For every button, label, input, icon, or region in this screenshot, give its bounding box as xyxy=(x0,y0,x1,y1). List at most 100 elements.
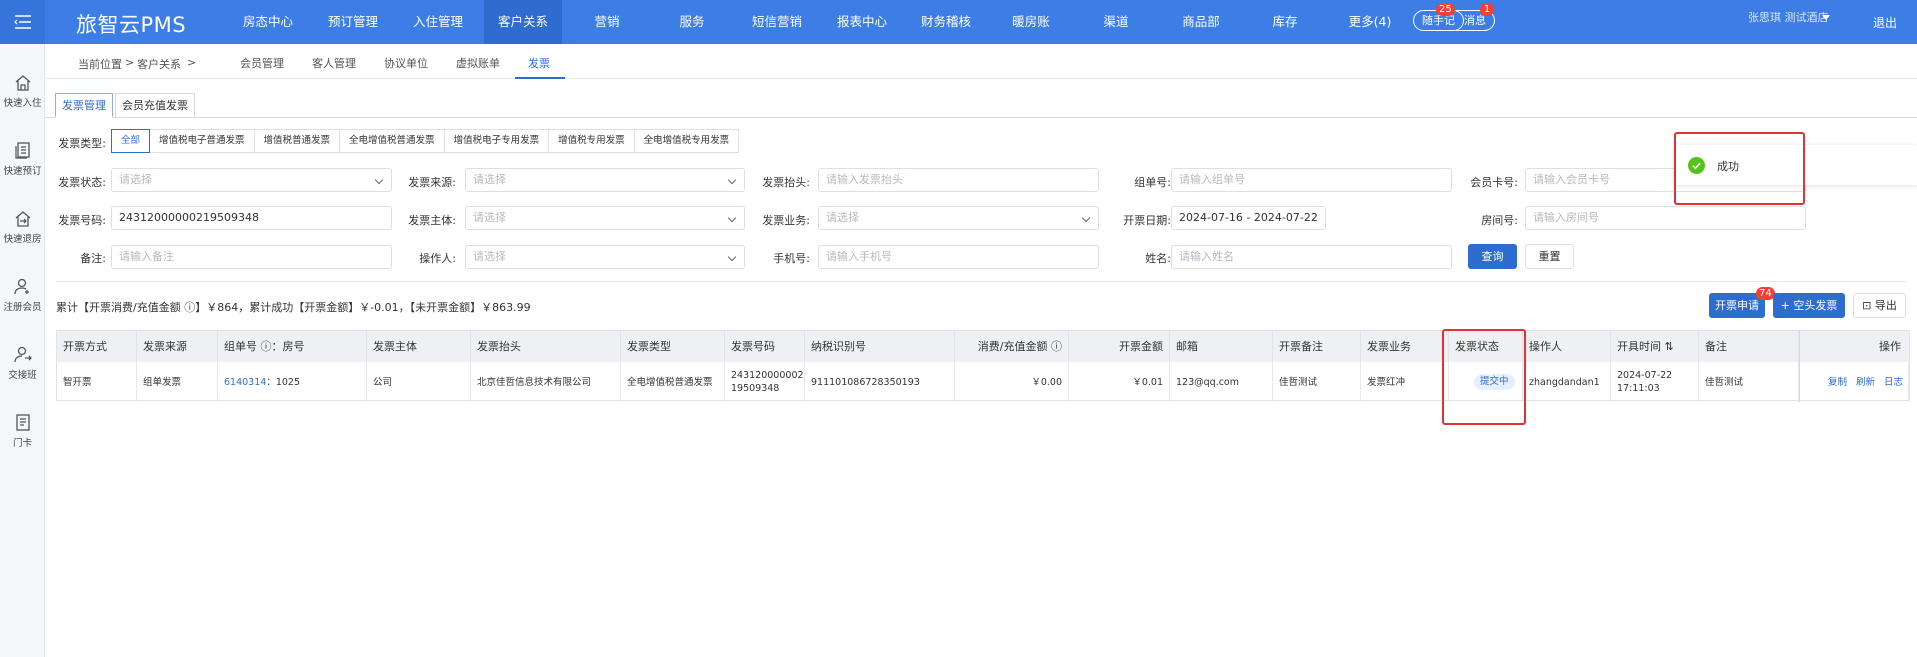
cell-entity: 公司 xyxy=(367,362,471,402)
table-header[interactable]: 开具时间 ⇅ xyxy=(1611,331,1699,362)
invoice-type-option[interactable]: 增值税专用发票 xyxy=(549,129,635,153)
business-label: 发票业务: xyxy=(762,214,810,227)
source-select[interactable]: 请选择 xyxy=(465,168,745,192)
sidebar-item-quick-checkin[interactable]: 快速入住 xyxy=(0,74,45,109)
top-nav-bar: 旅智云PMS 房态中心 预订管理 入住管理 客户关系 营销 服务 短信营销 报表… xyxy=(0,0,1917,44)
title-input[interactable]: 请输入发票抬头 xyxy=(818,168,1099,192)
page-tabs: 发票管理 会员充值发票 xyxy=(45,93,1917,118)
sidebar-item-quick-checkout[interactable]: 快速退房 xyxy=(0,210,45,245)
entity-placeholder: 请选择 xyxy=(473,211,506,224)
notes-count-badge: 25 xyxy=(1436,3,1455,16)
logout-link[interactable]: 退出 xyxy=(1873,14,1897,31)
chevron-down-icon xyxy=(727,175,737,185)
subnav-guest[interactable]: 客人管理 xyxy=(312,55,356,71)
table-header: 发票类型 xyxy=(621,331,725,362)
cell-actions: 复制 刷新 日志 xyxy=(1799,362,1910,402)
nav-item-reservation[interactable]: 预订管理 xyxy=(314,0,392,44)
refresh-link[interactable]: 刷新 xyxy=(1856,376,1875,389)
room-label: 房间号: xyxy=(1481,214,1518,227)
business-placeholder: 请选择 xyxy=(826,211,859,224)
cell-group-room: 6140314 ：1025 xyxy=(218,362,367,402)
toast-highlight xyxy=(1674,132,1805,205)
export-button[interactable]: ⊡ 导出 xyxy=(1853,293,1906,318)
cell-type: 全电增值税普通发票 xyxy=(621,362,725,402)
nav-item-inventory[interactable]: 库存 xyxy=(1258,0,1311,44)
menu-toggle-button[interactable] xyxy=(0,0,45,44)
log-link[interactable]: 日志 xyxy=(1884,376,1903,389)
messages-count-badge: 1 xyxy=(1480,3,1494,16)
subnav-member[interactable]: 会员管理 xyxy=(240,55,284,71)
invoice-type-option[interactable]: 增值税电子普通发票 xyxy=(150,129,255,153)
breadcrumb-current[interactable]: 客户关系 xyxy=(137,56,181,72)
blank-invoice-button[interactable]: + 空头发票 xyxy=(1773,293,1845,318)
remark-label: 备注: xyxy=(80,252,106,265)
date-label: 开票日期: xyxy=(1123,214,1171,227)
nav-item-sms[interactable]: 短信营销 xyxy=(738,0,816,44)
cell-business: 发票红冲 xyxy=(1361,362,1449,402)
remark-input[interactable]: 请输入备注 xyxy=(111,245,392,269)
nav-item-checkin[interactable]: 入住管理 xyxy=(399,0,477,44)
table-header: 开票方式 xyxy=(57,331,137,362)
nav-item-marketing[interactable]: 营销 xyxy=(580,0,633,44)
sidebar-item-shift-handover[interactable]: 交接班 xyxy=(0,346,45,381)
tab-member-recharge-invoice[interactable]: 会员充值发票 xyxy=(115,93,195,118)
export-label: 导出 xyxy=(1874,299,1897,312)
subnav-agreement[interactable]: 协议单位 xyxy=(384,55,428,71)
tab-invoice-management[interactable]: 发票管理 xyxy=(55,93,113,118)
nav-item-reports[interactable]: 报表中心 xyxy=(823,0,901,44)
copy-link[interactable]: 复制 xyxy=(1828,376,1847,389)
table-header: 操作人 xyxy=(1523,331,1611,362)
sidebar-item-label: 快速预订 xyxy=(3,166,42,177)
table-header: 邮箱 xyxy=(1170,331,1273,362)
subnav-virtual-bill[interactable]: 虚拟账单 xyxy=(456,55,500,71)
phone-label: 手机号: xyxy=(773,252,810,265)
subnav-invoice[interactable]: 发票 xyxy=(528,55,550,71)
cell-source: 组单发票 xyxy=(137,362,218,402)
invoice-no-label: 发票号码: xyxy=(58,214,106,227)
room-input[interactable]: 请输入房间号 xyxy=(1525,206,1806,230)
business-select[interactable]: 请选择 xyxy=(818,206,1099,230)
nav-item-service[interactable]: 服务 xyxy=(665,0,718,44)
group-no-link[interactable]: 6140314 xyxy=(224,376,266,389)
remark-placeholder: 请输入备注 xyxy=(119,250,174,263)
invoice-type-option[interactable]: 全电增值税普通发票 xyxy=(340,129,445,153)
invoice-type-option[interactable]: 增值税电子专用发票 xyxy=(444,129,550,153)
nav-item-goods[interactable]: 商品部 xyxy=(1168,0,1234,44)
sidebar-item-door-card[interactable]: 门卡 xyxy=(0,414,45,449)
status-select[interactable]: 请选择 xyxy=(111,168,392,192)
current-user[interactable]: 张思琪 测试酒店 xyxy=(1748,9,1829,25)
user-dropdown-caret-icon[interactable] xyxy=(1822,15,1830,20)
group-no-placeholder: 请输入组单号 xyxy=(1179,173,1245,186)
reset-button[interactable]: 重置 xyxy=(1525,244,1574,269)
group-no-input[interactable]: 请输入组单号 xyxy=(1171,168,1452,192)
nav-item-warm-room[interactable]: 暖房账 xyxy=(998,0,1064,44)
query-button[interactable]: 查询 xyxy=(1468,244,1517,269)
entity-select[interactable]: 请选择 xyxy=(465,206,745,230)
sidebar-item-label: 快速入住 xyxy=(3,98,42,109)
user-add-icon xyxy=(13,278,29,295)
date-range-input[interactable]: 2024-07-16 - 2024-07-22 xyxy=(1171,206,1326,230)
sidebar-item-quick-booking[interactable]: 快速预订 xyxy=(0,142,45,177)
invoice-type-option-all[interactable]: 全部 xyxy=(111,129,151,153)
nav-item-crm[interactable]: 客户关系 xyxy=(483,0,563,44)
chevron-down-icon xyxy=(374,175,384,185)
member-card-label: 会员卡号: xyxy=(1470,176,1518,189)
name-input[interactable]: 请输入姓名 xyxy=(1171,245,1452,269)
sidebar-item-register-member[interactable]: 注册会员 xyxy=(0,278,45,313)
table-header: 发票来源 xyxy=(137,331,218,362)
invoice-type-option[interactable]: 全电增值税专用发票 xyxy=(634,129,740,153)
operator-select[interactable]: 请选择 xyxy=(465,245,745,269)
cell-time: 2024-07-22 17:11:03 xyxy=(1611,362,1699,402)
nav-item-room-status[interactable]: 房态中心 xyxy=(229,0,307,44)
checkout-home-icon xyxy=(15,211,30,227)
invoice-no-input[interactable]: 24312000000219509348 xyxy=(111,206,392,230)
time-date: 2024-07-22 xyxy=(1617,370,1673,381)
operator-label: 操作人: xyxy=(419,252,456,265)
nav-item-finance[interactable]: 财务稽核 xyxy=(907,0,985,44)
nav-item-channel[interactable]: 渠道 xyxy=(1089,0,1142,44)
phone-input[interactable]: 请输入手机号 xyxy=(818,245,1099,269)
invoice-type-option[interactable]: 增值税普通发票 xyxy=(254,129,341,153)
nav-item-more[interactable]: 更多(4) xyxy=(1335,0,1406,44)
invoice-type-segmented: 全部 增值税电子普通发票 增值税普通发票 全电增值税普通发票 增值税电子专用发票… xyxy=(111,129,740,153)
table-header: 发票主体 xyxy=(367,331,471,362)
